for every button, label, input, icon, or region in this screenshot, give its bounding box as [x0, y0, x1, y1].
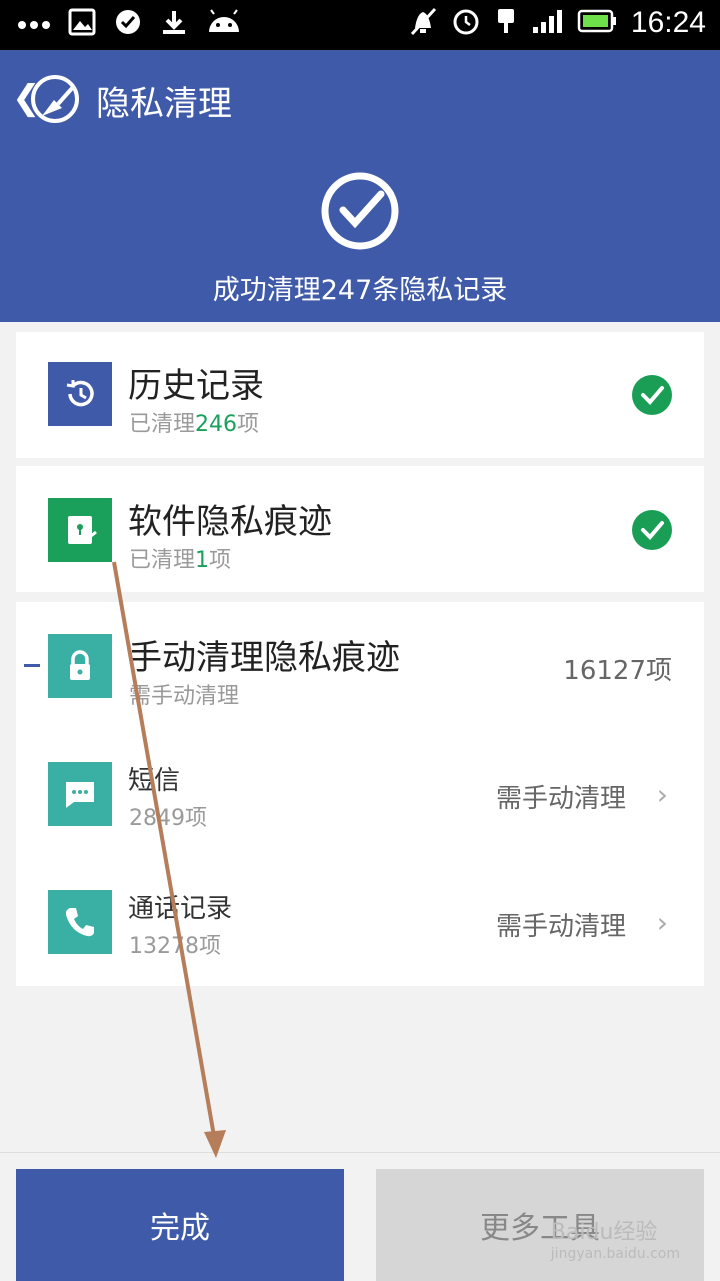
done-check-icon: [632, 375, 672, 415]
phone-icon: [48, 890, 112, 954]
sms-icon: [48, 762, 112, 826]
status-left-icons: [18, 8, 242, 40]
history-icon: [48, 362, 112, 426]
status-time: 16:24: [630, 6, 706, 39]
watermark: Baidu经验 jingyan.baidu.com: [551, 1214, 680, 1262]
success-check-icon: [319, 170, 401, 256]
lock-icon: [48, 634, 112, 698]
software-sub-suffix: 项: [209, 548, 232, 573]
history-title: 历史记录: [128, 366, 264, 406]
manual-cleanup-card: 手动清理隐私痕迹 需手动清理 16127项 短信 2849项 需手动清理 › 通…: [16, 602, 704, 986]
status-bar: 16:24: [0, 0, 720, 50]
software-count: 1: [195, 548, 210, 573]
watermark-line2: jingyan.baidu.com: [550, 1246, 680, 1262]
page-title: 隐私清理: [96, 84, 232, 124]
header: ❮ 隐私清理 成功清理247条隐私记录: [0, 50, 720, 322]
manual-title: 手动清理隐私痕迹: [128, 638, 400, 678]
call-log-status: 需手动清理: [495, 912, 626, 942]
done-button[interactable]: 完成: [16, 1169, 344, 1281]
download-icon: [160, 8, 188, 40]
result-text: 成功清理247条隐私记录: [212, 275, 508, 306]
call-log-title: 通话记录: [128, 894, 233, 924]
list-item-sms[interactable]: 短信 2849项 需手动清理 ›: [16, 730, 704, 858]
usb-icon: [495, 6, 517, 40]
software-trace-card: 软件隐私痕迹 已清理1项: [16, 466, 704, 592]
chevron-right-icon: ›: [656, 906, 668, 939]
sms-count: 2849项: [129, 806, 207, 831]
broom-clean-icon[interactable]: [28, 72, 82, 130]
done-check-icon: [632, 510, 672, 550]
android-icon: [206, 8, 242, 40]
status-right-icons: 16:24: [409, 6, 706, 40]
mute-icon: [409, 6, 437, 40]
signal-icon: [531, 7, 563, 39]
more-dots-icon: [18, 15, 50, 34]
software-trace-subtitle: 已清理1项: [129, 542, 231, 574]
software-sub-prefix: 已清理: [129, 548, 196, 573]
collapse-icon[interactable]: [24, 664, 40, 667]
sms-title: 短信: [128, 766, 181, 796]
manual-total: 16127项: [563, 656, 672, 686]
alarm-icon: [451, 6, 481, 40]
history-sub-suffix: 项: [237, 412, 260, 437]
call-log-count: 13278项: [129, 934, 221, 959]
check-circle-icon: [114, 8, 142, 40]
battery-icon: [577, 8, 617, 38]
history-sub-prefix: 已清理: [129, 412, 196, 437]
image-icon: [68, 8, 96, 40]
list-item-call-log[interactable]: 通话记录 13278项 需手动清理 ›: [16, 858, 704, 986]
sms-status: 需手动清理: [495, 784, 626, 814]
history-card: 历史记录 已清理246项: [16, 332, 704, 458]
watermark-line1: Baidu经验: [550, 1220, 658, 1245]
history-count: 246: [195, 412, 238, 437]
history-subtitle: 已清理246项: [129, 406, 259, 438]
chevron-right-icon: ›: [656, 778, 668, 811]
software-trace-title: 软件隐私痕迹: [128, 502, 332, 542]
software-privacy-icon: [48, 498, 112, 562]
manual-subtitle: 需手动清理: [129, 684, 240, 709]
